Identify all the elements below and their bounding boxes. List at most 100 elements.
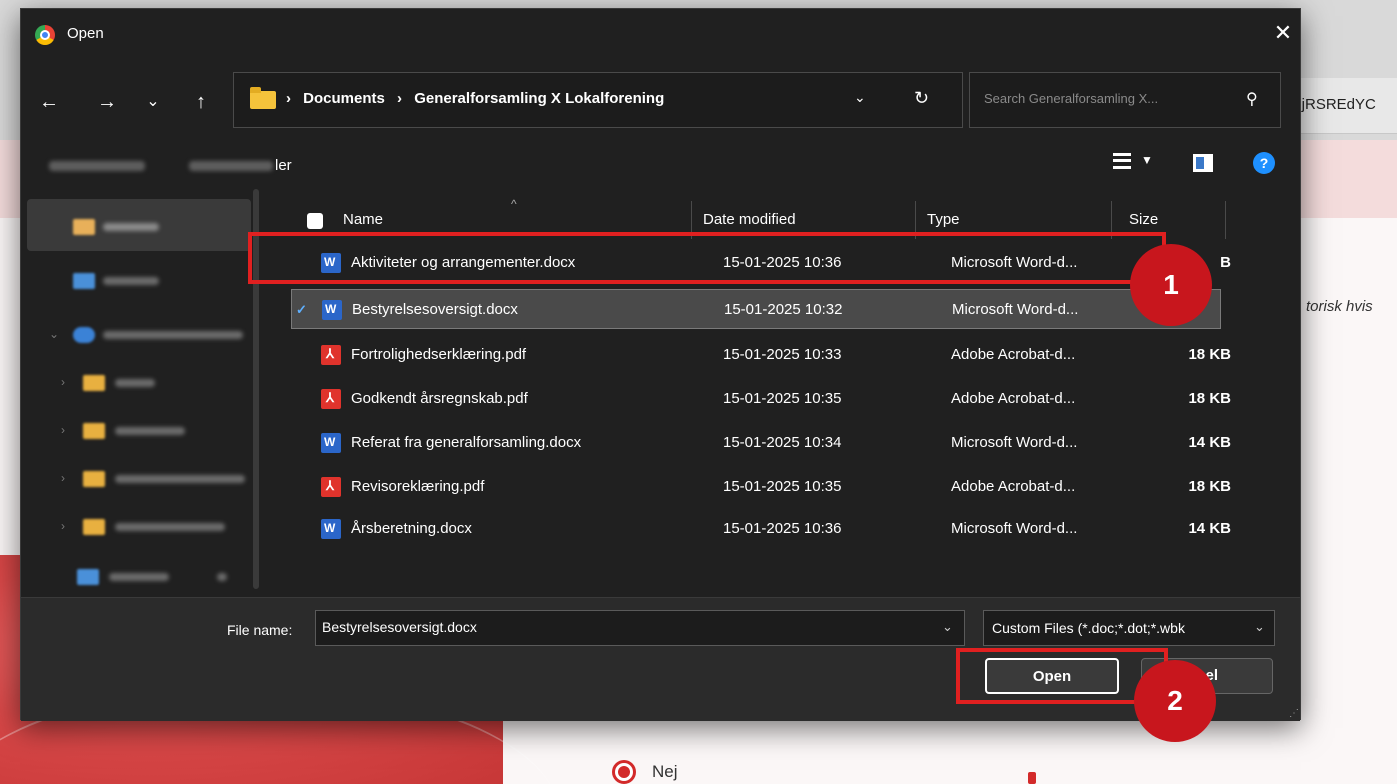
chevron-right-icon[interactable]: ›	[61, 375, 65, 389]
chevron-right-icon[interactable]: ›	[61, 423, 65, 437]
chevron-down-icon[interactable]: ⌄	[1254, 619, 1265, 635]
chevron-down-icon[interactable]: ⌄	[49, 327, 59, 341]
search-input[interactable]	[984, 91, 1234, 106]
pin-icon	[217, 573, 227, 581]
radio-nej-label: Nej	[652, 762, 678, 781]
up-arrow-icon[interactable]: ↑	[187, 88, 215, 116]
column-date-modified[interactable]: Date modified	[703, 211, 796, 228]
highlight-box-1	[248, 232, 1166, 284]
file-date: 15-01-2025 10:36	[723, 520, 842, 537]
folder-icon	[83, 423, 105, 439]
radio-nej[interactable]	[612, 760, 636, 784]
file-size: 14 KB	[1188, 434, 1231, 451]
sidebar-label	[115, 427, 185, 435]
help-icon[interactable]: ?	[1253, 152, 1275, 174]
file-name: Årsberetning.docx	[351, 520, 472, 537]
word-document-icon	[321, 433, 341, 453]
file-type-select[interactable]: Custom Files (*.doc;*.dot;*.wbk ⌄	[983, 610, 1275, 646]
sidebar-label	[103, 223, 159, 231]
address-fragment: QjRSREdYC	[1290, 96, 1376, 113]
navigation-pane: ⌄ › › › ›	[21, 187, 265, 595]
file-date: 15-01-2025 10:33	[723, 346, 842, 363]
checkmark-icon[interactable]: ✓	[296, 302, 307, 318]
file-type: Microsoft Word-d...	[951, 520, 1078, 537]
sidebar-item-home-row[interactable]	[21, 213, 261, 241]
sidebar-label	[103, 277, 159, 285]
sidebar-item-folder[interactable]: ›	[21, 465, 261, 493]
sidebar-item-folder[interactable]: ›	[21, 513, 261, 541]
column-size[interactable]: Size	[1129, 211, 1158, 228]
search-box[interactable]: ⚲	[969, 72, 1281, 128]
view-options-icon[interactable]	[1113, 153, 1131, 169]
new-folder-button[interactable]	[189, 161, 273, 171]
sidebar-label	[115, 379, 155, 387]
folder-icon	[83, 471, 105, 487]
address-bar[interactable]: › Documents › Generalforsamling X Lokalf…	[233, 72, 963, 128]
chevron-down-icon[interactable]: ⌄	[854, 89, 866, 106]
recent-locations-icon[interactable]: ⌄	[139, 88, 167, 116]
breadcrumb-generalforsamling[interactable]: Generalforsamling X Lokalforening	[414, 90, 664, 107]
gallery-icon	[73, 273, 95, 289]
file-name-input[interactable]	[322, 619, 922, 635]
file-row[interactable]: Revisoreklæring.pdf 15-01-2025 10:35 Ado…	[291, 467, 1231, 507]
file-row[interactable]: Årsberetning.docx 15-01-2025 10:36 Micro…	[291, 509, 1231, 549]
chrome-icon	[35, 25, 55, 45]
sidebar-item-folder[interactable]: ›	[21, 417, 261, 445]
word-document-icon	[321, 519, 341, 539]
folder-icon	[83, 519, 105, 535]
cloud-icon	[73, 327, 95, 343]
file-date: 15-01-2025 10:35	[723, 390, 842, 407]
step-badge-2: 2	[1134, 660, 1216, 742]
sidebar-item-pictures[interactable]	[21, 563, 261, 591]
sidebar-label	[115, 523, 225, 531]
file-name: Referat fra generalforsamling.docx	[351, 434, 582, 451]
file-row[interactable]: Godkendt årsregnskab.pdf 15-01-2025 10:3…	[291, 379, 1231, 419]
refresh-icon[interactable]: ↻	[914, 88, 929, 109]
back-arrow-icon[interactable]: ←	[35, 88, 63, 116]
file-size: 18 KB	[1188, 390, 1231, 407]
pdf-document-icon	[321, 389, 341, 409]
chevron-right-icon[interactable]: ›	[61, 519, 65, 533]
breadcrumb-sep: ›	[286, 90, 291, 107]
search-icon[interactable]: ⚲	[1246, 89, 1258, 109]
breadcrumb-sep: ›	[397, 90, 403, 107]
sidebar-label	[103, 331, 243, 339]
file-row[interactable]: Fortrolighedserklæring.pdf 15-01-2025 10…	[291, 335, 1231, 375]
file-name: Revisoreklæring.pdf	[351, 478, 485, 495]
file-row[interactable]: Referat fra generalforsamling.docx 15-01…	[291, 423, 1231, 463]
file-date: 15-01-2025 10:34	[723, 434, 842, 451]
breadcrumb-documents[interactable]: Documents	[303, 90, 385, 107]
file-type: Adobe Acrobat-d...	[951, 478, 1076, 495]
dialog-title: Open	[67, 25, 104, 42]
home-icon	[73, 219, 95, 235]
word-document-icon	[322, 300, 342, 320]
open-file-dialog: Open ✕ ← → ⌄ ↑ › Documents › Generalfors…	[20, 8, 1301, 721]
column-type[interactable]: Type	[927, 211, 960, 228]
pdf-document-icon	[321, 477, 341, 497]
select-all-checkbox[interactable]	[307, 213, 323, 229]
file-name-combobox[interactable]: ⌄	[315, 610, 965, 646]
file-row-selected[interactable]: ✓ Bestyrelsesoversigt.docx 15-01-2025 10…	[291, 289, 1221, 329]
column-divider[interactable]	[1225, 201, 1226, 239]
file-date: 15-01-2025 10:32	[724, 301, 843, 318]
column-name[interactable]: Name	[343, 211, 383, 228]
folder-icon	[83, 375, 105, 391]
sort-ascending-icon: ^	[511, 197, 517, 211]
dialog-titlebar: Open ✕	[21, 9, 1300, 59]
file-size: 18 KB	[1188, 346, 1231, 363]
sidebar-item-gallery[interactable]	[21, 267, 261, 295]
chevron-right-icon[interactable]: ›	[61, 471, 65, 485]
sidebar-item-onedrive[interactable]: ⌄	[21, 321, 261, 349]
sidebar-label	[115, 475, 245, 483]
view-dropdown-icon[interactable]: ▼	[1141, 153, 1153, 167]
organize-menu[interactable]	[49, 161, 145, 171]
forward-arrow-icon[interactable]: →	[93, 88, 121, 116]
file-size: 18 KB	[1188, 478, 1231, 495]
resize-grip-icon[interactable]: ⋰	[1289, 708, 1299, 719]
preview-pane-icon[interactable]	[1193, 154, 1213, 172]
sidebar-item-folder[interactable]: ›	[21, 369, 261, 397]
file-type: Adobe Acrobat-d...	[951, 346, 1076, 363]
page-side-text: torisk hvis	[1306, 298, 1373, 315]
chevron-down-icon[interactable]: ⌄	[942, 619, 953, 635]
close-icon[interactable]: ✕	[1269, 19, 1297, 47]
